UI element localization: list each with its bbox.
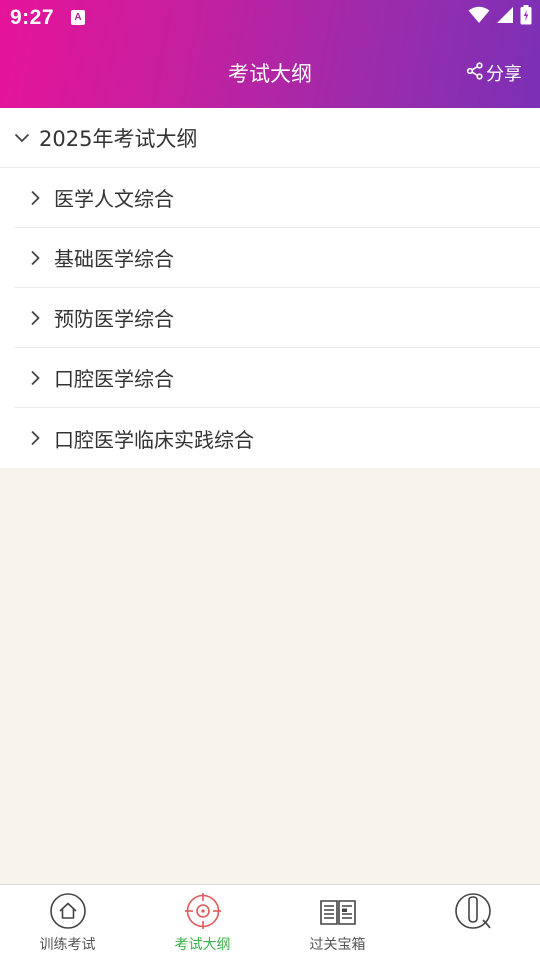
wifi-icon xyxy=(468,6,490,28)
outline-item-label: 医学人文综合 xyxy=(54,187,174,211)
outline-item[interactable]: 口腔医学临床实践综合 xyxy=(14,408,540,468)
nav-tab-label: 训练考试 xyxy=(39,937,96,953)
outline-item[interactable]: 口腔医学综合 xyxy=(14,348,540,408)
status-bar: 9:27 A xyxy=(0,0,540,36)
page-title: 考试大纲 xyxy=(228,62,312,86)
book-icon xyxy=(319,892,357,930)
nav-tab-label: 过关宝箱 xyxy=(309,937,366,953)
nav-tab-profile[interactable] xyxy=(405,885,540,960)
chevron-right-icon xyxy=(30,190,52,206)
bottom-nav: 训练考试 考试大纲 过关宝箱 xyxy=(0,884,540,960)
share-button[interactable]: 分享 xyxy=(466,60,522,86)
outline-item-label: 预防医学综合 xyxy=(54,307,174,331)
notification-app-icon: A xyxy=(71,10,85,25)
chevron-right-icon xyxy=(30,430,52,446)
profile-icon xyxy=(454,892,492,930)
share-label: 分享 xyxy=(486,64,522,85)
outline-item-label: 基础医学综合 xyxy=(54,247,174,271)
target-icon xyxy=(184,892,222,930)
outline-item[interactable]: 预防医学综合 xyxy=(14,288,540,348)
outline-item-label: 口腔医学临床实践综合 xyxy=(54,427,254,452)
outline-item-label: 口腔医学综合 xyxy=(54,367,174,391)
nav-tab-outline[interactable]: 考试大纲 xyxy=(135,885,270,960)
status-time: 9:27 xyxy=(10,6,55,29)
share-icon xyxy=(466,61,484,85)
home-icon xyxy=(49,892,87,930)
nav-tab-treasure[interactable]: 过关宝箱 xyxy=(270,885,405,960)
outline-group-2025[interactable]: 2025年考试大纲 xyxy=(0,108,540,168)
chevron-right-icon xyxy=(30,310,52,326)
nav-tab-label: 考试大纲 xyxy=(174,937,231,953)
outline-list: 2025年考试大纲 医学人文综合 基础医学综合 预防医学综合 口腔医学综合 口腔… xyxy=(0,108,540,468)
outline-item[interactable]: 医学人文综合 xyxy=(14,168,540,228)
chevron-right-icon xyxy=(30,370,52,386)
battery-icon xyxy=(520,5,532,29)
signal-icon xyxy=(496,6,514,28)
chevron-right-icon xyxy=(30,250,52,266)
app-header: 9:27 A 考试大纲 分享 xyxy=(0,0,540,108)
outline-group-label: 2025年考试大纲 xyxy=(39,126,198,151)
outline-item[interactable]: 基础医学综合 xyxy=(14,228,540,288)
status-indicators xyxy=(468,5,532,29)
nav-tab-training[interactable]: 训练考试 xyxy=(0,885,135,960)
chevron-down-icon xyxy=(14,133,36,143)
